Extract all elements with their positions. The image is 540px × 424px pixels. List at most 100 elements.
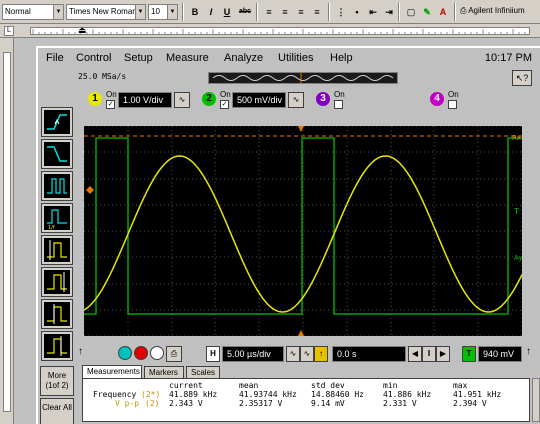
channel-2-checkbox[interactable]: ✓ bbox=[220, 100, 229, 109]
meas-vpp-channel: (2) bbox=[145, 399, 160, 408]
align-left-icon[interactable]: ≡ bbox=[262, 4, 276, 20]
waveform-display[interactable]: Rx T Ay bbox=[84, 126, 522, 336]
tab-markers[interactable]: Markers bbox=[144, 366, 184, 378]
channel-4-checkbox[interactable] bbox=[448, 100, 457, 109]
menu-measure[interactable]: Measure bbox=[166, 52, 209, 64]
printer-label[interactable]: ⎙ Agilent Infiniium bbox=[460, 6, 525, 16]
menu-help[interactable]: Help bbox=[330, 52, 353, 64]
toolbar-separator bbox=[454, 3, 456, 21]
indent-marker-icon[interactable]: ⏏ bbox=[78, 25, 87, 36]
print-icon[interactable]: ⎙ bbox=[166, 346, 182, 362]
align-center-icon[interactable]: ≡ bbox=[278, 4, 292, 20]
meas-frequency-max: 41.951 kHz bbox=[453, 390, 502, 399]
trigger-marker-icon[interactable] bbox=[86, 186, 94, 194]
clear-all-button[interactable]: Clear All bbox=[40, 398, 74, 424]
delay-marker-icon[interactable] bbox=[298, 126, 304, 132]
channel-2-scale[interactable]: 500 mV/div bbox=[232, 92, 286, 108]
justify-icon[interactable]: ≡ bbox=[310, 4, 324, 20]
timebase-fine-button[interactable]: ∿ bbox=[300, 346, 314, 362]
channel-1-adjust-button[interactable]: ∿ bbox=[174, 92, 190, 108]
bullet-list-icon[interactable]: • bbox=[350, 4, 364, 20]
numbered-list-icon[interactable]: ⋮ bbox=[334, 4, 348, 20]
timebase-adjust-button[interactable]: ∿ bbox=[286, 346, 300, 362]
stop-icon[interactable] bbox=[134, 346, 148, 360]
pulse-positive-icon bbox=[47, 240, 67, 260]
align-right-icon[interactable]: ≡ bbox=[294, 4, 308, 20]
falling-edge-trigger-button[interactable] bbox=[41, 139, 73, 169]
waveform-overview[interactable] bbox=[208, 72, 398, 84]
printer-icon: ⎙ bbox=[460, 6, 469, 15]
graticule bbox=[84, 126, 522, 336]
size-select[interactable]: 10 ▼ bbox=[148, 4, 178, 20]
channel-1-checkbox[interactable]: ✓ bbox=[106, 100, 115, 109]
pulse-width-trigger-button[interactable]: 1/f bbox=[41, 203, 73, 233]
up-arrow-icon[interactable]: ↑ bbox=[78, 346, 83, 357]
run-icon[interactable] bbox=[118, 346, 132, 360]
font-select[interactable]: Times New Roman ▼ bbox=[66, 4, 146, 20]
rise-time-trigger-button[interactable] bbox=[41, 299, 73, 329]
meas-vpp-name[interactable]: V p-p bbox=[115, 399, 139, 408]
header-mean: mean bbox=[239, 381, 259, 390]
menu-bar: File Control Setup Measure Analyze Utili… bbox=[38, 48, 540, 68]
font-value: Times New Roman bbox=[69, 7, 137, 16]
border-icon[interactable]: ▢ bbox=[404, 4, 418, 20]
glitch-icon bbox=[47, 178, 67, 194]
highlight-icon[interactable]: ✎ bbox=[420, 4, 434, 20]
delay-marker-button[interactable]: ↑ bbox=[314, 346, 328, 362]
help-cursor-icon[interactable]: ↖? bbox=[512, 70, 532, 86]
menu-file[interactable]: File bbox=[46, 52, 64, 64]
header-std-dev: std dev bbox=[311, 381, 345, 390]
decrease-indent-icon[interactable]: ⇤ bbox=[366, 4, 380, 20]
channel-2-adjust-button[interactable]: ∿ bbox=[288, 92, 304, 108]
menu-setup[interactable]: Setup bbox=[124, 52, 153, 64]
rising-edge-trigger-button[interactable] bbox=[41, 107, 73, 137]
tab-scales[interactable]: Scales bbox=[186, 366, 220, 378]
channel-2-number: 2 bbox=[202, 92, 216, 106]
style-value: Normal bbox=[5, 7, 31, 16]
bold-button[interactable]: B bbox=[188, 4, 202, 20]
menu-utilities[interactable]: Utilities bbox=[278, 52, 313, 64]
delay-left-button[interactable]: ◀ bbox=[408, 346, 422, 362]
scope-window: File Control Setup Measure Analyze Utili… bbox=[36, 46, 540, 424]
menu-analyze[interactable]: Analyze bbox=[224, 52, 263, 64]
channel-3-checkbox[interactable] bbox=[334, 100, 343, 109]
glitch-trigger-button[interactable] bbox=[41, 171, 73, 201]
increase-indent-icon[interactable]: ⇥ bbox=[382, 4, 396, 20]
timebase-scale[interactable]: 5.00 µs/div bbox=[222, 346, 284, 362]
measurements-scrollbar[interactable] bbox=[532, 378, 540, 422]
more-button[interactable]: More (1of 2) bbox=[40, 366, 74, 396]
channel-1-scale[interactable]: 1.00 V/div bbox=[118, 92, 172, 108]
delay-value[interactable]: 0.0 s bbox=[332, 346, 406, 362]
single-icon[interactable] bbox=[150, 346, 164, 360]
horizontal-ruler: L ⏏ bbox=[0, 24, 540, 38]
tab-selector[interactable]: L bbox=[4, 26, 14, 36]
menu-control[interactable]: Control bbox=[76, 52, 111, 64]
strikethrough-button[interactable]: abc bbox=[236, 4, 254, 20]
pulse-width-icon: 1/f bbox=[47, 209, 67, 231]
meas-vpp-max: 2.394 V bbox=[453, 399, 487, 408]
waveform-plot: Rx T Ay bbox=[84, 126, 522, 336]
ruler-track[interactable] bbox=[30, 27, 530, 35]
toolbar-separator bbox=[256, 3, 258, 21]
underline-button[interactable]: U bbox=[220, 4, 234, 20]
delay-right-button[interactable]: ▶ bbox=[436, 346, 450, 362]
up-arrow-right-icon[interactable]: ↑ bbox=[526, 346, 531, 357]
style-select[interactable]: Normal ▼ bbox=[2, 4, 64, 20]
pulse-negative-trigger-button[interactable] bbox=[41, 267, 73, 297]
meas-vpp-mean: 2.35317 V bbox=[239, 399, 283, 408]
channel-2-on-label: On bbox=[220, 90, 231, 99]
tab-measurements[interactable]: Measurements bbox=[82, 365, 142, 378]
sample-rate: 25.0 MSa/s bbox=[78, 72, 127, 81]
channel-3-number: 3 bbox=[316, 92, 330, 106]
channel-1-controls: 1 On ✓ 1.00 V/div ∿ bbox=[88, 90, 198, 112]
pulse-positive-trigger-button[interactable] bbox=[41, 235, 73, 265]
horizontal-label: H bbox=[206, 346, 220, 362]
fall-time-trigger-button[interactable] bbox=[41, 331, 73, 361]
pulse-negative-icon bbox=[47, 272, 67, 292]
font-color-icon[interactable]: A bbox=[436, 4, 450, 20]
meas-frequency-name[interactable]: Frequency bbox=[93, 390, 136, 399]
meas-frequency-min: 41.886 kHz bbox=[383, 390, 432, 399]
delay-pause-button[interactable]: ‖ bbox=[422, 346, 436, 362]
italic-button[interactable]: I bbox=[204, 4, 218, 20]
trigger-level[interactable]: 940 mV bbox=[478, 346, 522, 362]
